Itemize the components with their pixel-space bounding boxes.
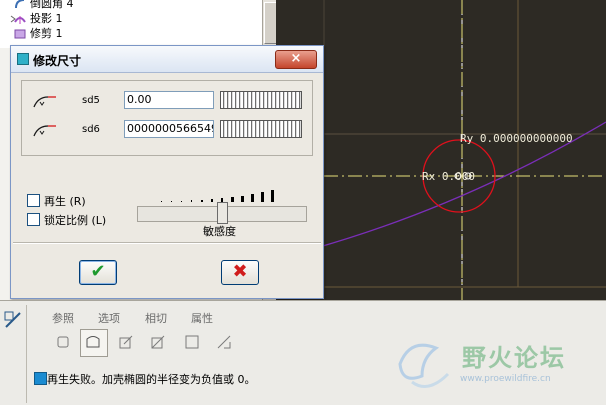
dimension-arc-icon [33,96,56,108]
tab-options[interactable]: 选项 [98,310,120,326]
sensitivity-label: 敏感度 [203,225,236,238]
diagonal-icon[interactable] [216,334,232,350]
thumbwheel[interactable] [220,91,302,109]
rectangle-icon[interactable] [55,334,71,350]
tree-item-label: 修剪 1 [30,27,63,40]
watermark-text: 野火论坛 [462,344,566,372]
dimension-arc-icon [33,125,56,137]
ry-dimension-label[interactable]: Ry 0.000000000000 [460,132,573,145]
close-button[interactable]: × [275,50,317,69]
panel-divider [26,305,27,403]
expand-arrow-icon[interactable] [8,14,18,24]
dimensions-group: sd5 0.00 sd6 00000005665498 [21,80,313,156]
trim-icon [14,29,26,39]
tab-tangency[interactable]: 相切 [145,310,167,326]
ok-button[interactable]: ✔ [79,260,117,285]
check-icon: ✔ [90,261,106,282]
status-icon [34,372,47,385]
lock-ratio-label: 锁定比例 (L) [44,214,107,227]
thumbwheel[interactable] [220,120,302,138]
dialog-titlebar[interactable]: 修改尺寸 × [11,46,323,73]
tab-properties[interactable]: 属性 [191,310,213,326]
dimension-row-sd5: sd5 0.00 [22,91,312,113]
sketch-tool-icon[interactable] [4,311,22,329]
dimension-name: sd5 [82,95,100,106]
tree-item-trim[interactable]: 修剪 1 [14,27,63,41]
dimension-value-field[interactable]: 00000005665498 [124,120,214,138]
tab-references[interactable]: 参照 [52,310,74,326]
edit-icon[interactable] [118,334,134,350]
close-icon: × [290,51,302,66]
tree-item-round[interactable]: 倒圆角 4 [15,0,74,11]
model-tree: 倒圆角 4 投影 1 修剪 1 [0,0,276,48]
dimension-value-field[interactable]: 0.00 [124,91,214,109]
watermark-url: www.proewildfire.cn [460,374,551,384]
graphics-window[interactable]: Ry 0.000000000000 Rx 0.000 [276,0,606,300]
square-icon[interactable] [184,334,200,350]
sketch-canvas[interactable]: Ry 0.000000000000 Rx 0.000 [276,0,606,300]
round-feature-icon [15,0,25,9]
tree-item-label: 倒圆角 4 [30,0,74,10]
dimension-row-sd6: sd6 00000005665498 [22,120,312,142]
angle-icon[interactable] [150,334,166,350]
dimension-name: sd6 [82,124,100,135]
cancel-button[interactable]: ✖ [221,260,259,285]
dialog-title: 修改尺寸 [33,54,82,68]
x-icon: ✖ [232,261,248,282]
tree-item-label: 投影 1 [30,12,63,25]
regenerate-checkbox[interactable] [27,194,40,207]
sensitivity-slider-thumb[interactable] [217,202,228,224]
modify-dimensions-dialog: 修改尺寸 × sd5 0.00 sd6 00000005665498 再生 (R… [10,45,324,299]
lock-ratio-checkbox[interactable] [27,213,40,226]
status-message: 再生失败。加壳椭圆的半径变为负值或 0。 [47,373,256,386]
dialog-app-icon [17,53,29,65]
curve-frame-icon[interactable] [85,334,101,350]
regenerate-label: 再生 (R) [44,195,86,208]
dialog-divider [13,242,321,244]
tree-item-projection[interactable]: 投影 1 [14,12,63,26]
rx-dimension-label[interactable]: Rx 0.000 [422,170,475,183]
